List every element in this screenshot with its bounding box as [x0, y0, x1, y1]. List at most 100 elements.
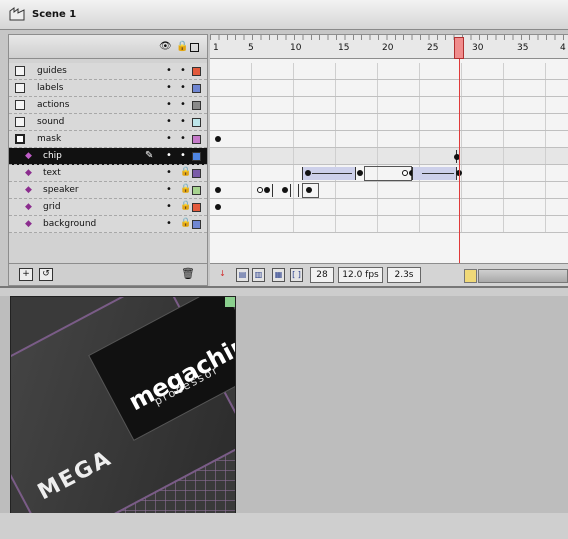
layer-mask[interactable]: mask • • — [9, 131, 207, 148]
keyframe[interactable] — [305, 170, 311, 176]
outline-color-swatch[interactable] — [192, 118, 201, 127]
outline-color-swatch[interactable] — [192, 84, 201, 93]
layer-name: guides — [37, 66, 67, 76]
lock-dot[interactable]: • — [180, 65, 186, 76]
visible-dot[interactable]: • — [166, 201, 172, 212]
frame-row-chip[interactable] — [210, 148, 568, 165]
layer-actions[interactable]: actions • • — [9, 97, 207, 114]
layer-grid[interactable]: ◆ grid • 🔒 — [9, 199, 207, 216]
outline-color-swatch[interactable] — [192, 152, 201, 161]
lock-icon[interactable]: 🔒 — [180, 218, 191, 228]
visible-dot[interactable]: • — [166, 116, 172, 127]
outline-color-swatch[interactable] — [192, 203, 201, 212]
lock-icon[interactable]: 🔒 — [180, 167, 191, 177]
outline-icon[interactable] — [190, 43, 199, 52]
center-frame-icon[interactable]: ↓ — [216, 268, 229, 282]
layer-name: sound — [37, 117, 65, 127]
tick-label: 5 — [248, 43, 254, 53]
elapsed-time: 2.3s — [387, 267, 421, 283]
onion-markers-icon[interactable]: [ ] — [290, 268, 303, 282]
stage-gutter — [0, 288, 568, 296]
frame-row-guides[interactable] — [210, 63, 568, 80]
scroll-thumb[interactable] — [464, 269, 477, 283]
masked-layer-icon: ◆ — [25, 219, 32, 229]
horizontal-scrollbar[interactable] — [478, 269, 568, 283]
layer-text[interactable]: ◆ text • 🔒 — [9, 165, 207, 182]
outline-color-swatch[interactable] — [192, 67, 201, 76]
masked-layer-icon: ◆ — [25, 202, 32, 212]
add-guide-layer-icon[interactable]: ↺ — [39, 268, 53, 281]
keyframe[interactable] — [215, 136, 221, 142]
frame-row-grid[interactable] — [210, 199, 568, 216]
lock-dot[interactable]: • — [180, 133, 186, 144]
playhead[interactable] — [454, 37, 464, 59]
frame-row-text[interactable] — [210, 165, 568, 182]
frame-row-actions[interactable] — [210, 97, 568, 114]
trash-icon[interactable]: 🗑 — [181, 268, 195, 281]
masked-layer-icon: ◆ — [25, 151, 32, 161]
visible-dot[interactable]: • — [166, 184, 172, 195]
frame-ruler[interactable]: 1 5 10 15 20 25 30 35 4 — [210, 35, 568, 59]
current-frame: 28 — [310, 267, 334, 283]
layer-name: actions — [37, 100, 70, 110]
outline-color-swatch[interactable] — [192, 169, 201, 178]
onion-outline-icon[interactable]: ▥ — [252, 268, 265, 282]
layer-name: grid — [43, 202, 61, 212]
frame-span[interactable] — [302, 183, 319, 198]
frame-row-speaker[interactable] — [210, 182, 568, 199]
lock-dot[interactable]: • — [180, 99, 186, 110]
layer-sound[interactable]: sound • • — [9, 114, 207, 131]
outline-color-swatch[interactable] — [192, 101, 201, 110]
outline-color-swatch[interactable] — [192, 135, 201, 144]
outline-color-swatch[interactable] — [192, 186, 201, 195]
guide-layer-icon — [15, 100, 25, 110]
lock-dot[interactable]: • — [180, 82, 186, 93]
lock-icon[interactable]: 🔒 — [180, 184, 191, 194]
frame-row-background[interactable] — [210, 216, 568, 233]
visible-dot[interactable]: • — [166, 65, 172, 76]
tick-label: 35 — [517, 43, 529, 53]
layer-name: background — [43, 219, 97, 229]
layer-header: 👁 🔒 — [9, 35, 207, 59]
add-layer-icon[interactable]: + — [19, 268, 33, 281]
frame-row-sound[interactable] — [210, 114, 568, 131]
guide-layer-icon — [15, 66, 25, 76]
eye-icon[interactable]: 👁 — [159, 41, 172, 52]
empty-keyframe[interactable] — [402, 170, 408, 176]
layer-guides[interactable]: guides • • — [9, 63, 207, 80]
onion-skin-icon[interactable]: ▤ — [236, 268, 249, 282]
visible-dot[interactable]: • — [166, 218, 172, 229]
frame-row-mask[interactable] — [210, 131, 568, 148]
scene-icon[interactable] — [9, 7, 25, 21]
layer-name: mask — [37, 134, 62, 144]
layer-name: text — [43, 168, 61, 178]
tick-label: 25 — [427, 43, 439, 53]
frame-row-labels[interactable] — [210, 80, 568, 97]
tween-arrow — [312, 173, 352, 174]
lock-icon[interactable]: 🔒 — [176, 41, 188, 52]
keyframe[interactable] — [215, 187, 221, 193]
tick-label: 15 — [338, 43, 350, 53]
outline-color-swatch[interactable] — [192, 220, 201, 229]
stage-artwork[interactable]: megachip processor MEGA — [10, 296, 236, 522]
layer-background[interactable]: ◆ background • 🔒 — [9, 216, 207, 233]
visible-dot[interactable]: • — [166, 99, 172, 110]
layer-speaker[interactable]: ◆ speaker • 🔒 — [9, 182, 207, 199]
keyframe[interactable] — [357, 170, 363, 176]
keyframe[interactable] — [215, 204, 221, 210]
visible-dot[interactable]: • — [166, 167, 172, 178]
lock-dot[interactable]: • — [180, 116, 186, 127]
visible-dot[interactable]: • — [166, 82, 172, 93]
keyframe[interactable] — [282, 187, 288, 193]
visible-dot[interactable]: • — [166, 133, 172, 144]
layer-labels[interactable]: labels • • — [9, 80, 207, 97]
lock-dot[interactable]: • — [180, 150, 186, 161]
edit-multiple-icon[interactable]: ▦ — [272, 268, 285, 282]
scene-label[interactable]: Scene 1 — [32, 9, 76, 20]
lock-icon[interactable]: 🔒 — [180, 201, 191, 211]
guide-layer-icon — [15, 83, 25, 93]
layer-chip[interactable]: ◆ chip ✎ • • — [9, 148, 207, 165]
visible-dot[interactable]: • — [166, 150, 172, 161]
keyframe[interactable] — [264, 187, 270, 193]
empty-keyframe[interactable] — [257, 187, 263, 193]
